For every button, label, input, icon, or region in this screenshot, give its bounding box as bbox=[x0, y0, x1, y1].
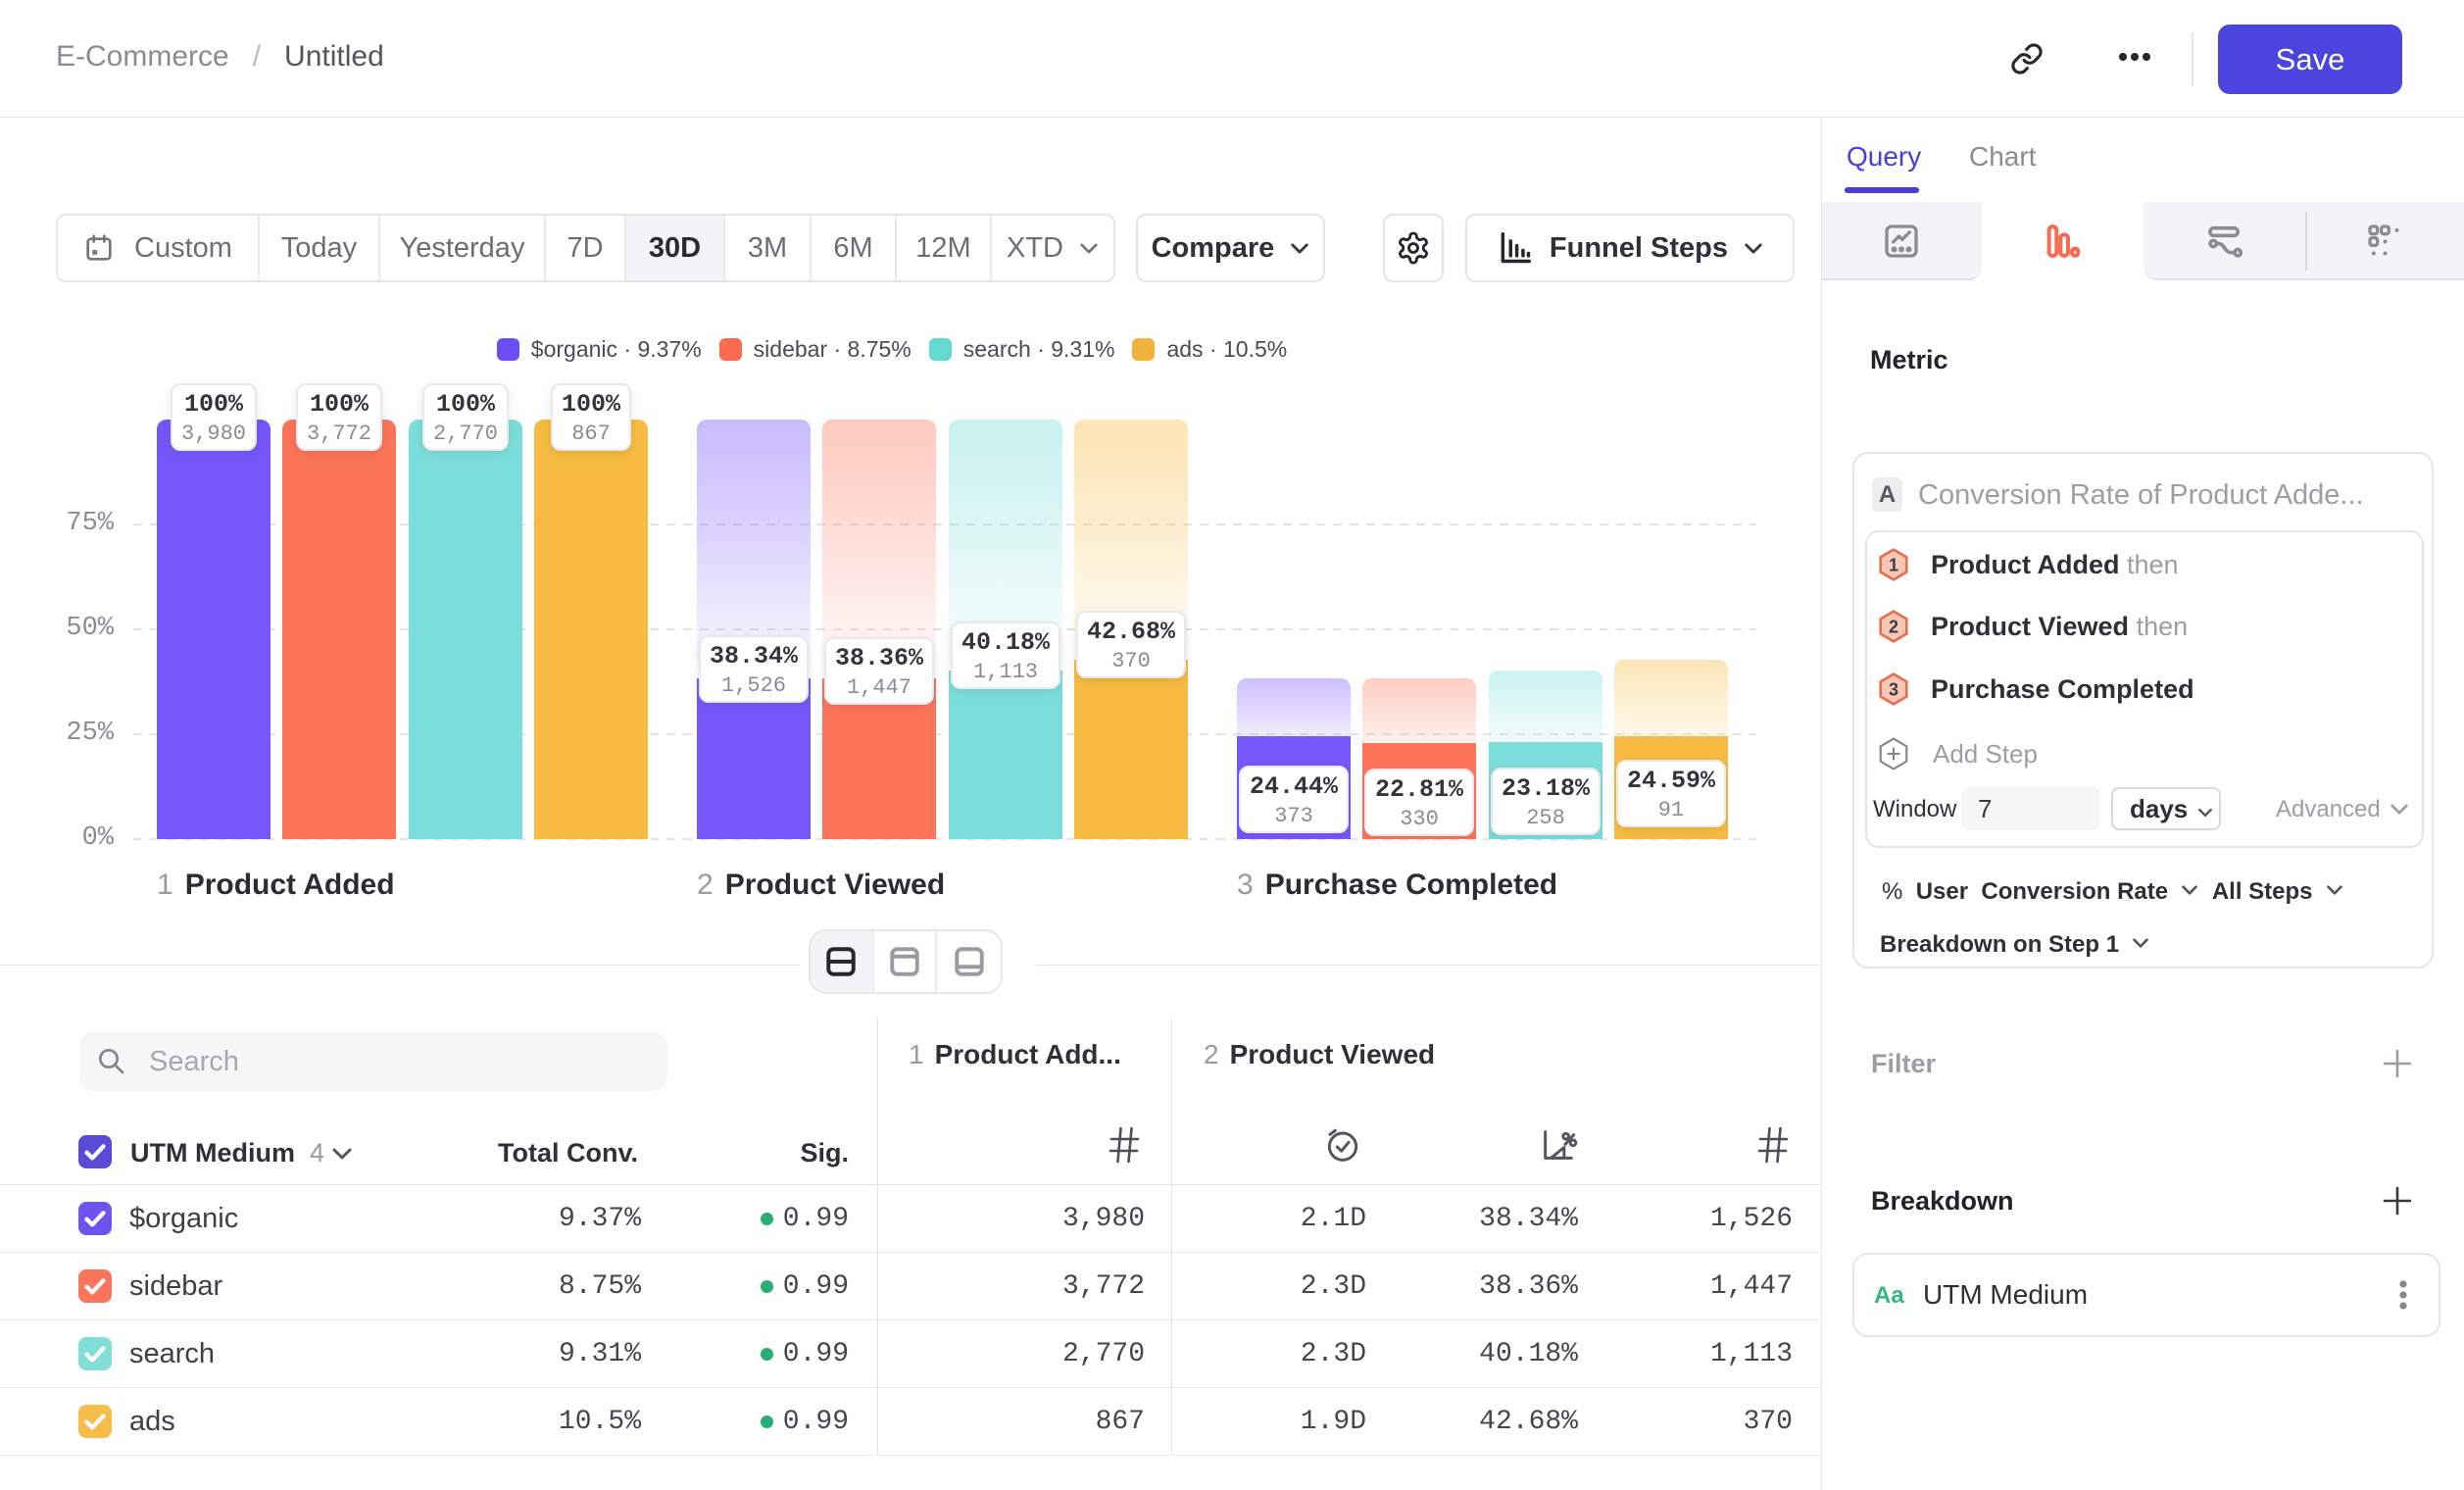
svg-text:2: 2 bbox=[1889, 617, 1898, 636]
svg-text:3: 3 bbox=[1889, 679, 1898, 699]
svg-text:1: 1 bbox=[1889, 555, 1898, 574]
